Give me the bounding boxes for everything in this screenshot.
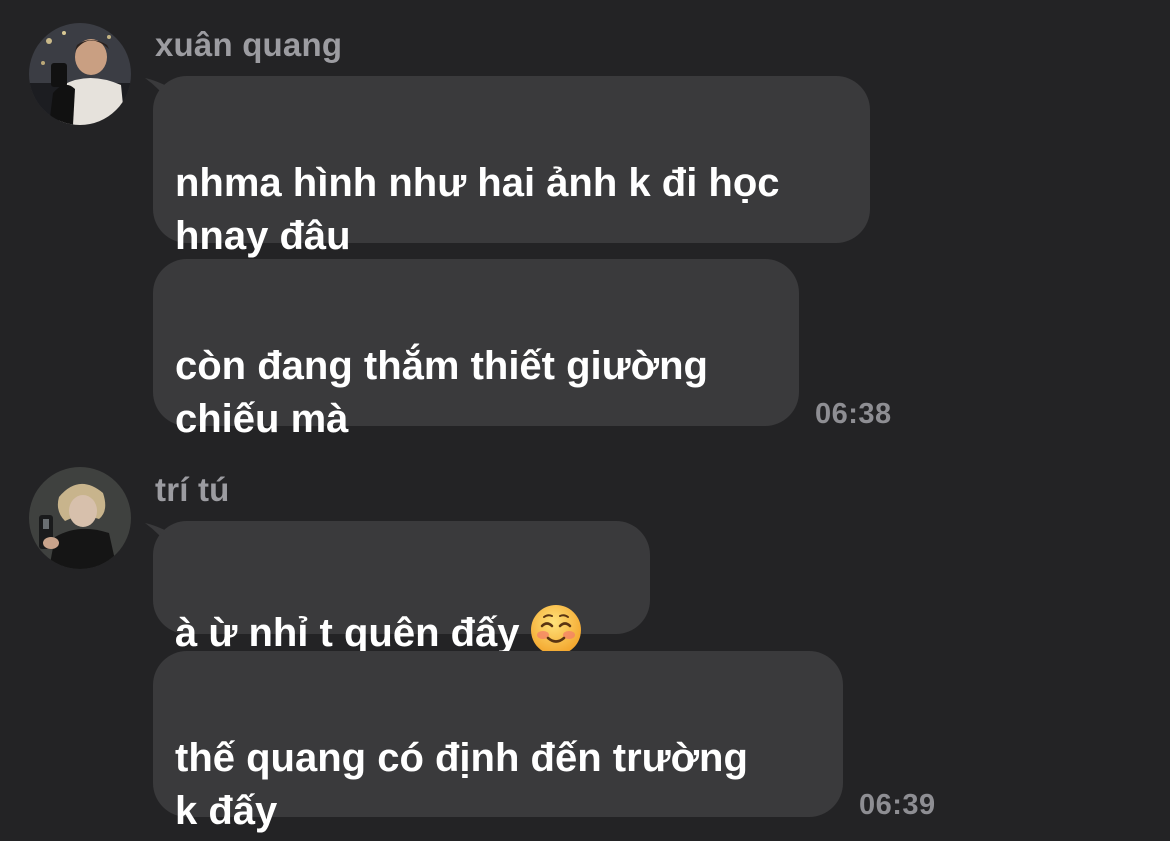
message-text: à ừ nhỉ t quên đấy [175,611,520,655]
smiling-face-emoji-icon [530,605,581,655]
avatar-xuan-quang[interactable] [29,23,131,125]
person-photo-icon [29,23,131,125]
avatar-tri-tu[interactable] [29,467,131,569]
sender-name: trí tú [155,471,230,508]
message-timestamp: 06:38 [815,398,892,430]
chat-thread: xuân quang nhma hình như hai ảnh k đi họ… [0,0,1170,841]
message-text: còn đang thắm thiết giường chiếu mà [175,344,708,441]
message-text: thế quang có định đến trường k đấy [175,736,748,833]
message-text: nhma hình như hai ảnh k đi học hnay đâu [175,161,780,258]
message-bubble[interactable]: còn đang thắm thiết giường chiếu mà [153,259,799,441]
message-timestamp: 06:39 [859,789,936,821]
person-photo-icon [29,467,131,569]
message-bubble[interactable]: thế quang có định đến trường k đấy [153,651,843,833]
message-bubble[interactable]: nhma hình như hai ảnh k đi học hnay đâu [153,76,870,258]
sender-name: xuân quang [155,26,343,63]
message-bubble[interactable]: à ừ nhỉ t quên đấy [153,521,650,655]
